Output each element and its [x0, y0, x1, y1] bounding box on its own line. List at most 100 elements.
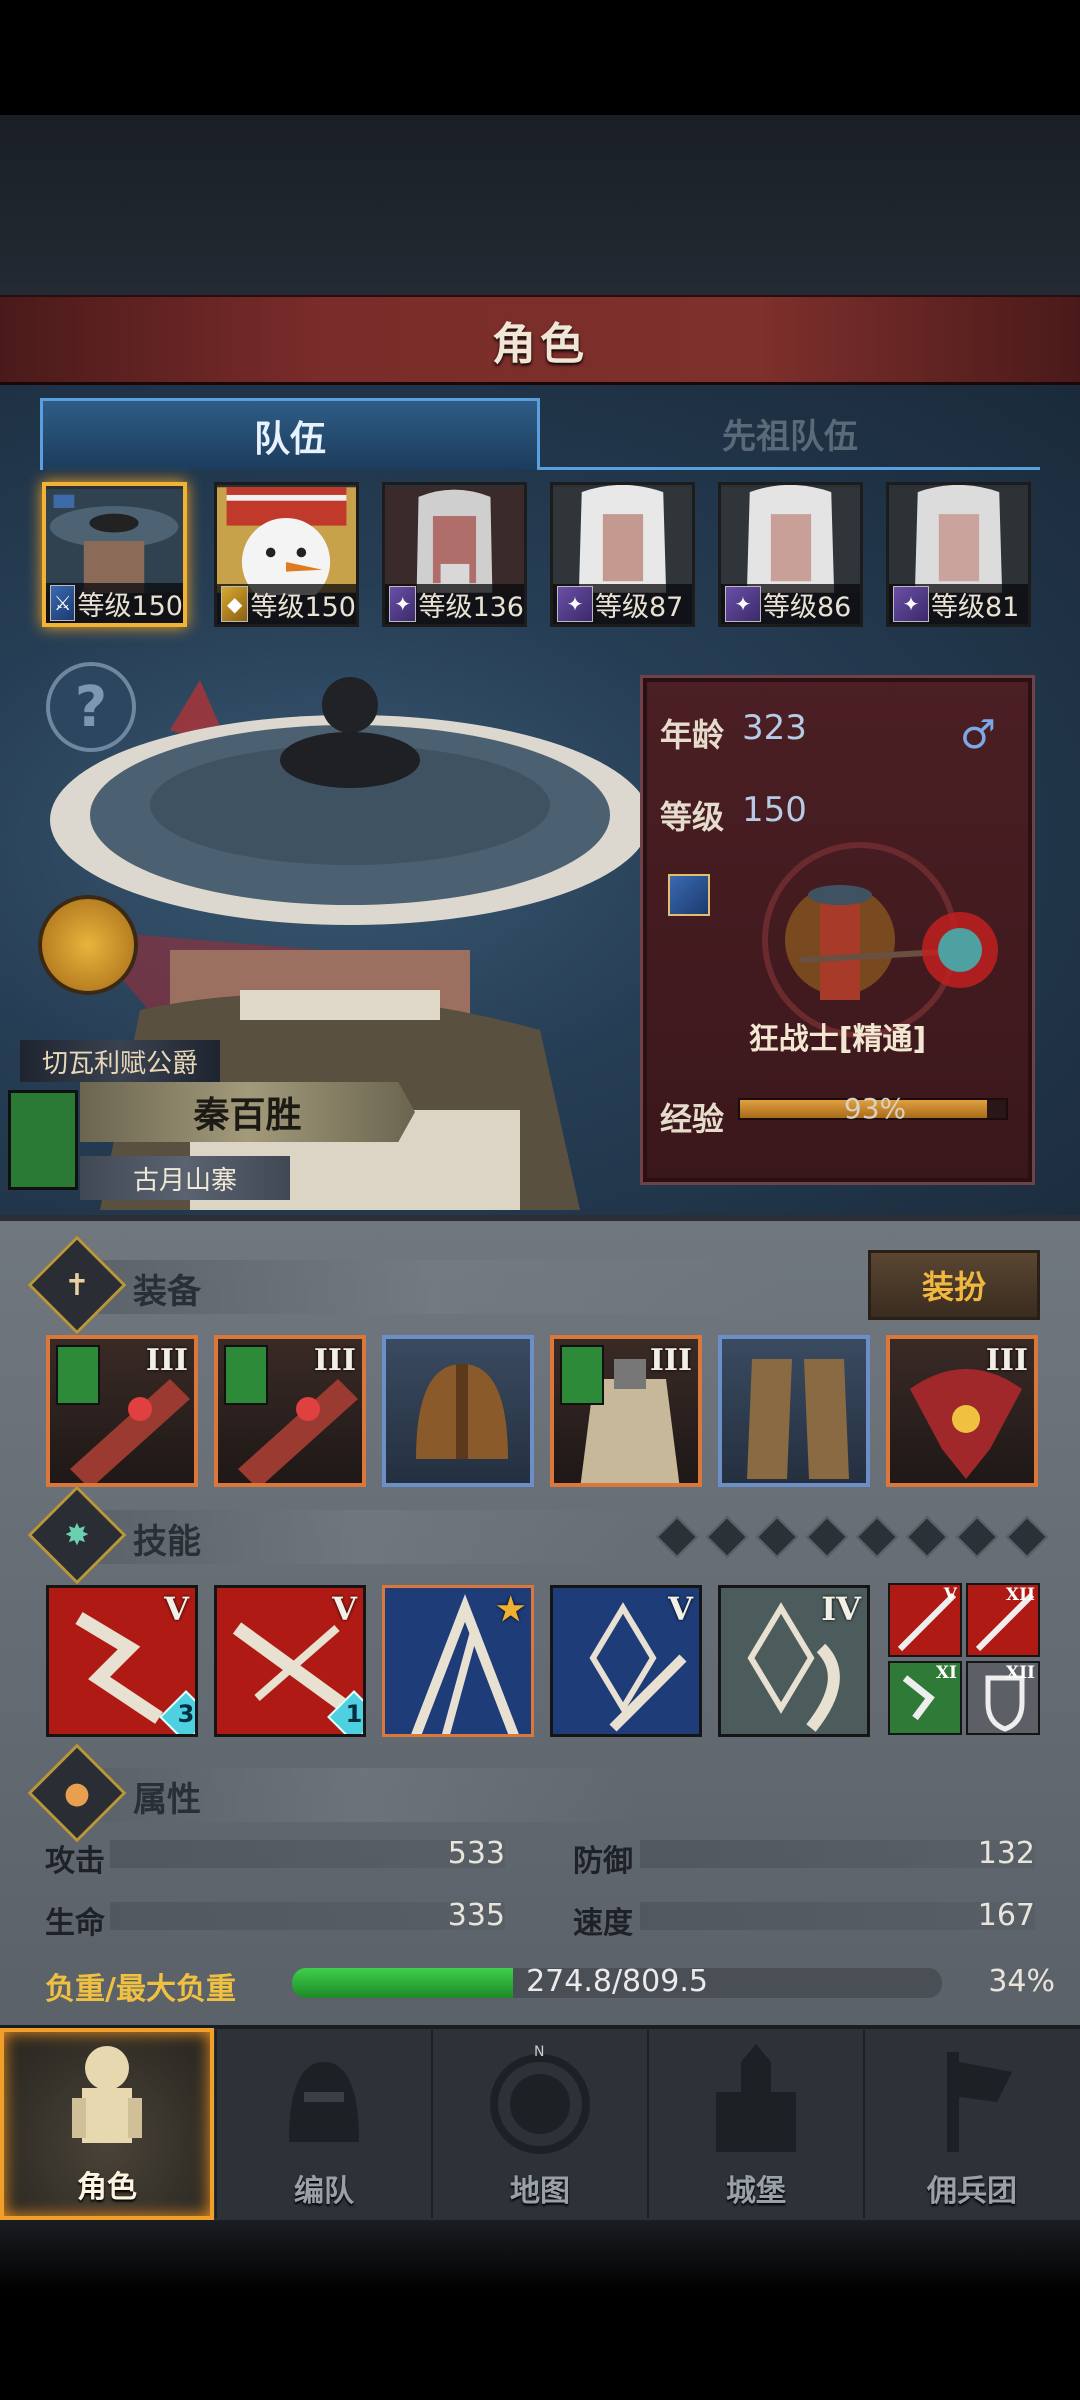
attack-label: 攻击 — [45, 1844, 105, 1879]
staff-class-icon: ✦ — [725, 586, 761, 622]
level-value: 150 — [742, 790, 807, 830]
faction-flag-icon — [56, 1345, 100, 1405]
nav-formation[interactable]: 编队 — [217, 2028, 431, 2220]
skill-slot-diamond — [855, 1515, 899, 1559]
skill-slots-indicator — [655, 1515, 1049, 1559]
tab-ancestor-label: 先祖队伍 — [722, 417, 858, 457]
hero-face-icon — [46, 489, 183, 593]
tab-team-label: 队伍 — [253, 418, 326, 460]
faction-flag-icon — [224, 1345, 268, 1405]
portrait-hero-2[interactable]: ◆ 等级150 — [214, 482, 359, 627]
portrait-hero-1[interactable]: ⚔ 等级150 — [42, 482, 187, 627]
skill-slot-4[interactable]: V — [550, 1585, 702, 1737]
portrait-hero-5[interactable]: ✦ 等级86 — [718, 482, 863, 627]
noble-title-plate: 切瓦利赋公爵 — [20, 1040, 220, 1082]
hero-name: 秦百胜 — [193, 1095, 302, 1136]
equip-tier: III — [313, 1343, 356, 1378]
age-value: 323 — [742, 708, 807, 748]
compass-icon: N — [490, 2044, 590, 2154]
portrait-level: 等级150 — [250, 591, 356, 623]
portrait-hero-6[interactable]: ✦ 等级81 — [886, 482, 1031, 627]
nav-mercenary[interactable]: 佣兵团 — [865, 2028, 1079, 2220]
village-plate: 古月山寨 — [80, 1156, 290, 1200]
skill-slot-diamond — [1005, 1515, 1049, 1559]
exp-percent: 93% — [843, 1092, 907, 1125]
castle-icon — [716, 2044, 796, 2152]
mini-skill-4[interactable]: XII — [966, 1661, 1040, 1735]
sword-class-icon: ⚔ — [50, 585, 76, 621]
portrait-level: 等级87 — [595, 591, 684, 623]
equip-slot-armor[interactable]: III — [550, 1335, 702, 1487]
mini-skill-tier: XII — [1005, 1585, 1035, 1605]
hp-value: 335 — [447, 1898, 505, 1933]
tab-ancestor-team[interactable]: 先祖队伍 — [540, 400, 1040, 470]
portrait-level: 等级150 — [77, 590, 183, 622]
hero-name-plate[interactable]: 秦百胜 — [80, 1082, 415, 1142]
skill-slot-1[interactable]: V 3 — [46, 1585, 198, 1737]
star-icon: ★ — [496, 1590, 525, 1628]
helmet-icon — [289, 2062, 359, 2142]
level-label: 等级 — [660, 798, 725, 836]
nav-mercenary-label: 佣兵团 — [927, 2174, 1017, 2209]
hp-label: 生命 — [45, 1906, 105, 1941]
title-bar: 角色 — [0, 295, 1080, 385]
dress-up-button[interactable]: 装扮 — [868, 1250, 1040, 1320]
class-name: 狂战士[精通] — [748, 1022, 927, 1057]
skill-slot-diamond — [905, 1515, 949, 1559]
portrait-hero-4[interactable]: ✦ 等级87 — [550, 482, 695, 627]
equip-slot-helmet[interactable] — [382, 1335, 534, 1487]
skill-gem-count: 1 — [345, 1700, 363, 1728]
portrait-level: 等级86 — [763, 591, 852, 623]
mini-skill-tier: XI — [935, 1663, 957, 1683]
knight-icon — [72, 2046, 142, 2143]
village-name: 古月山寨 — [132, 1165, 237, 1196]
banner-icon — [947, 2052, 1012, 2152]
defense-label: 防御 — [573, 1844, 633, 1879]
staff-class-icon: ✦ — [893, 586, 929, 622]
berserker-class-art — [762, 842, 998, 1038]
status-bar-area — [0, 0, 1080, 115]
elf-face-icon — [553, 485, 692, 593]
faction-banner-icon — [8, 1090, 78, 1190]
equip-slot-accessory[interactable]: III — [886, 1335, 1038, 1487]
help-icon[interactable]: ? — [46, 662, 136, 752]
skill-tier: V — [332, 1590, 357, 1628]
skill-slot-5[interactable]: IV — [718, 1585, 870, 1737]
skill-tier: V — [164, 1590, 189, 1628]
portrait-level: 等级81 — [931, 591, 1020, 623]
staff-class-icon: ✦ — [389, 586, 417, 622]
mini-skill-2[interactable]: XII — [966, 1583, 1040, 1657]
skill-slot-3[interactable]: ★ — [382, 1585, 534, 1737]
snowman-face-icon — [217, 487, 356, 595]
potion-icon[interactable] — [38, 895, 138, 995]
equip-slot-boots[interactable] — [718, 1335, 870, 1487]
age-label: 年龄 — [660, 716, 725, 754]
boots-icon — [747, 1359, 849, 1479]
defense-value: 132 — [977, 1836, 1035, 1871]
portrait-hero-3[interactable]: ✦ 等级136 — [382, 482, 527, 627]
load-percent: 34% — [988, 1964, 1055, 1999]
skill-slot-diamond — [805, 1515, 849, 1559]
nav-map[interactable]: N 地图 — [433, 2028, 647, 2220]
skill-slot-diamond — [705, 1515, 749, 1559]
equip-slot-offhand[interactable]: III — [214, 1335, 366, 1487]
svg-text:N: N — [534, 2044, 544, 2060]
mini-skill-tier: XII — [1005, 1663, 1035, 1683]
noble-title: 切瓦利赋公爵 — [41, 1048, 198, 1079]
load-label: 负重/最大负重 — [45, 1972, 236, 2007]
mini-skill-1[interactable]: V — [888, 1583, 962, 1657]
skill-tier: IV — [821, 1590, 861, 1628]
speed-value: 167 — [977, 1898, 1035, 1933]
portrait-level: 等级136 — [418, 591, 524, 623]
skill-slot-2[interactable]: V 1 — [214, 1585, 366, 1737]
skill-gem-count: 3 — [177, 1700, 195, 1728]
elf-face-icon — [721, 485, 860, 593]
attributes-title: 属性 — [133, 1780, 201, 1820]
nav-castle[interactable]: 城堡 — [649, 2028, 863, 2220]
exp-label: 经验 — [660, 1100, 725, 1138]
equip-slot-weapon[interactable]: III — [46, 1335, 198, 1487]
tab-team[interactable]: 队伍 — [40, 398, 540, 470]
nav-character[interactable]: 角色 — [0, 2028, 214, 2220]
attack-value: 533 — [447, 1836, 505, 1871]
mini-skill-3[interactable]: XI — [888, 1661, 962, 1735]
